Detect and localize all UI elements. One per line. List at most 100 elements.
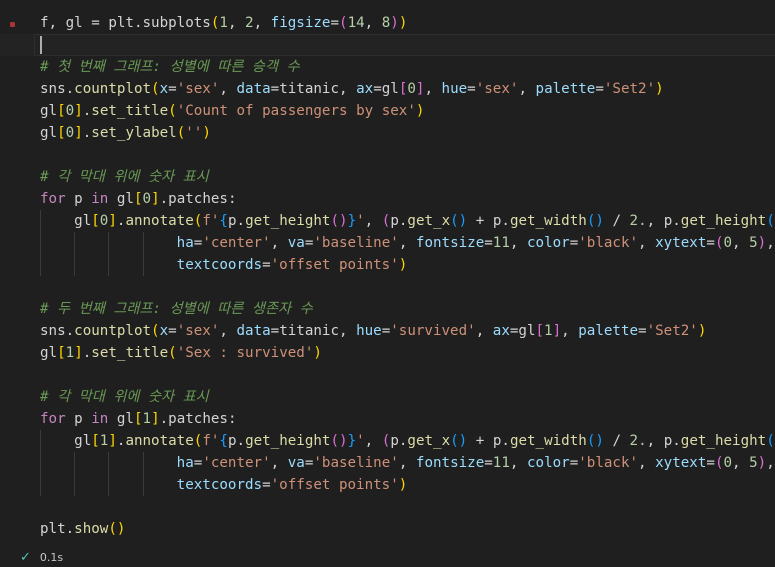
code-token: textcoords <box>176 257 263 273</box>
code-token: , <box>509 235 527 251</box>
code-token: 11 <box>492 455 510 471</box>
indent-guide <box>142 254 144 276</box>
code-token: =titanic, <box>270 323 357 339</box>
code-token: x <box>159 81 169 97</box>
code-token: , <box>518 81 536 97</box>
code-token: 0 <box>407 81 416 97</box>
code-token: p. <box>227 213 246 229</box>
indent-guide <box>142 232 144 254</box>
code-token: + p. <box>467 213 510 229</box>
code-line[interactable] <box>0 364 775 386</box>
code-line[interactable]: # 두 번째 그래프: 성별에 따른 생존자 수 <box>0 298 775 320</box>
code-token: va <box>287 455 305 471</box>
code-token: , <box>227 15 246 31</box>
indent-guide <box>74 452 76 474</box>
code-token: , <box>766 235 775 251</box>
code-token: color <box>526 455 570 471</box>
code-token: ) <box>757 455 767 471</box>
code-line[interactable] <box>0 144 775 166</box>
code-token: , <box>509 455 527 471</box>
code-token: ] <box>108 433 117 449</box>
code-line[interactable]: gl[0].set_ylabel('') <box>0 122 775 144</box>
indent-guide <box>74 474 76 496</box>
code-line[interactable]: # 첫 번째 그래프: 성별에 따른 승객 수 <box>0 56 775 78</box>
indent-guide <box>142 474 144 496</box>
indent-guide <box>108 254 110 276</box>
code-line[interactable]: sns.countplot(x='sex', data=titanic, hue… <box>0 320 775 342</box>
code-token: ( <box>151 81 160 97</box>
code-line[interactable]: for p in gl[1].patches: <box>0 408 775 430</box>
code-token: / <box>603 213 630 229</box>
code-token: , p. <box>646 213 681 229</box>
code-token: () <box>330 213 348 229</box>
code-token: get_height <box>680 433 767 449</box>
code-token: / <box>603 433 630 449</box>
code-token: , <box>219 323 237 339</box>
code-line[interactable]: ha='center', va='baseline', fontsize=11,… <box>0 452 775 474</box>
indent-guide <box>74 254 76 276</box>
code-line[interactable]: ha='center', va='baseline', fontsize=11,… <box>0 232 775 254</box>
code-line[interactable]: for p in gl[0].patches: <box>0 188 775 210</box>
code-token: p <box>65 191 92 207</box>
code-line[interactable]: # 각 막대 위에 숫자 표시 <box>0 166 775 188</box>
code-line[interactable]: gl[0].annotate(f'{p.get_height()}', (p.g… <box>0 210 775 232</box>
code-line[interactable]: f, gl = plt.subplots(1, 2, figsize=(14, … <box>0 12 775 34</box>
code-token: f, gl = plt.subplots <box>40 15 211 31</box>
code-token: va <box>287 235 305 251</box>
code-token: figsize <box>270 15 331 31</box>
code-token: = <box>569 235 579 251</box>
code-line[interactable]: # 각 막대 위에 숫자 표시 <box>0 386 775 408</box>
code-token: ha <box>176 235 194 251</box>
code-token: gl <box>108 411 134 427</box>
cell-status-bar: ✓ 0.1s <box>20 549 63 567</box>
code-token: palette <box>578 323 639 339</box>
check-icon: ✓ <box>20 550 31 565</box>
code-token: 0 <box>142 191 152 207</box>
code-token: annotate <box>125 433 194 449</box>
code-token: plt. <box>40 521 75 537</box>
code-token: () <box>450 433 468 449</box>
code-token: () <box>450 213 468 229</box>
code-token: , <box>638 235 656 251</box>
code-token: 0 <box>65 125 75 141</box>
code-editor[interactable]: f, gl = plt.subplots(1, 2, figsize=(14, … <box>0 12 775 540</box>
code-token: gl <box>108 191 134 207</box>
code-token: =gl <box>373 81 399 97</box>
code-token: 0 <box>723 235 733 251</box>
code-token: 'black' <box>578 455 639 471</box>
code-token: [ <box>57 345 66 361</box>
code-token: [ <box>91 433 100 449</box>
indent-guide <box>74 232 76 254</box>
code-line[interactable]: gl[1].set_title('Sex : survived') <box>0 342 775 364</box>
code-line[interactable] <box>0 276 775 298</box>
code-token: 'Count of passengers by sex' <box>176 103 416 119</box>
code-token: 'sex' <box>475 81 519 97</box>
code-token: () <box>586 213 604 229</box>
code-token: p <box>65 411 92 427</box>
code-token: 'baseline' <box>313 455 399 471</box>
code-token: 'baseline' <box>313 235 399 251</box>
code-line[interactable]: gl[1].annotate(f'{p.get_height()}', (p.g… <box>0 430 775 452</box>
code-token: ] <box>151 411 160 427</box>
code-token: =gl <box>509 323 536 339</box>
code-token: 5 <box>749 455 758 471</box>
code-line[interactable]: plt.show() <box>0 518 775 540</box>
code-token: ) <box>313 345 322 361</box>
code-token: () <box>766 213 775 229</box>
code-token: , <box>364 15 382 31</box>
code-line[interactable] <box>0 496 775 518</box>
code-token: , <box>766 455 775 471</box>
code-token: , <box>732 235 750 251</box>
code-token: hue <box>356 323 382 339</box>
code-token: 0 <box>65 103 75 119</box>
code-line[interactable]: textcoords='offset points') <box>0 474 775 496</box>
code-token: for <box>40 411 66 427</box>
code-line[interactable]: textcoords='offset points') <box>0 254 775 276</box>
code-line[interactable]: sns.countplot(x='sex', data=titanic, ax=… <box>0 78 775 100</box>
code-token: p. <box>227 433 246 449</box>
code-token: = <box>484 235 493 251</box>
code-token: set_ylabel <box>91 125 177 141</box>
indent-guide <box>108 452 110 474</box>
code-line[interactable]: gl[0].set_title('Count of passengers by … <box>0 100 775 122</box>
code-line[interactable] <box>0 34 775 56</box>
